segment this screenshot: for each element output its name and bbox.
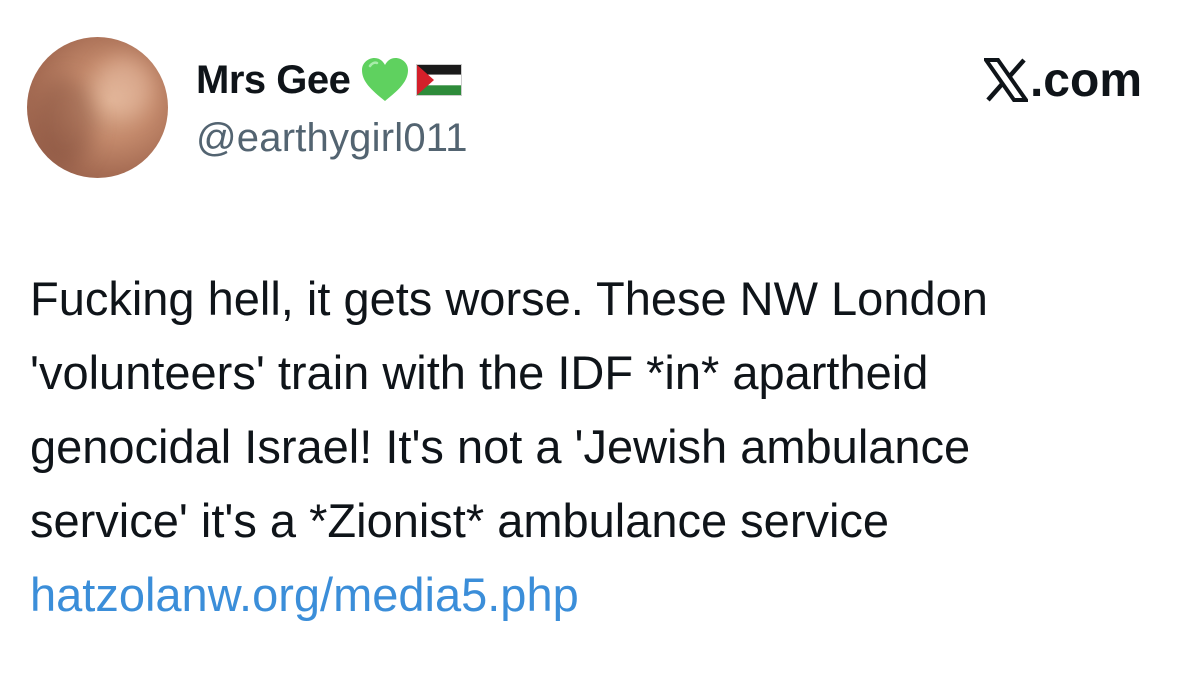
author-name-row: Mrs Gee xyxy=(196,52,463,108)
x-logo-icon xyxy=(982,58,1030,102)
tweet-card: Mrs Gee @earthygirl011 .com Fucking hell… xyxy=(0,0,1200,684)
tweet-line: service' it's a *Zionist* ambulance serv… xyxy=(30,494,890,547)
avatar-shade xyxy=(35,77,95,167)
brand-suffix: .com xyxy=(1029,53,1142,107)
tweet-body: Fucking hell, it gets worse. These NW Lo… xyxy=(30,262,1170,632)
avatar-highlight xyxy=(97,57,152,117)
avatar[interactable] xyxy=(27,37,168,178)
tweet-line: genocidal Israel! It's not a 'Jewish amb… xyxy=(30,420,971,473)
author-handle[interactable]: @earthygirl011 xyxy=(196,116,468,161)
palestine-flag-icon xyxy=(416,64,463,96)
green-heart-icon xyxy=(360,57,410,103)
brand-watermark: .com xyxy=(982,52,1142,108)
display-name[interactable]: Mrs Gee xyxy=(196,58,351,103)
tweet-link[interactable]: hatzolanw.org/media5.php xyxy=(30,558,1170,632)
tweet-line: 'volunteers' train with the IDF *in* apa… xyxy=(30,346,929,399)
tweet-line: Fucking hell, it gets worse. These NW Lo… xyxy=(30,272,988,325)
